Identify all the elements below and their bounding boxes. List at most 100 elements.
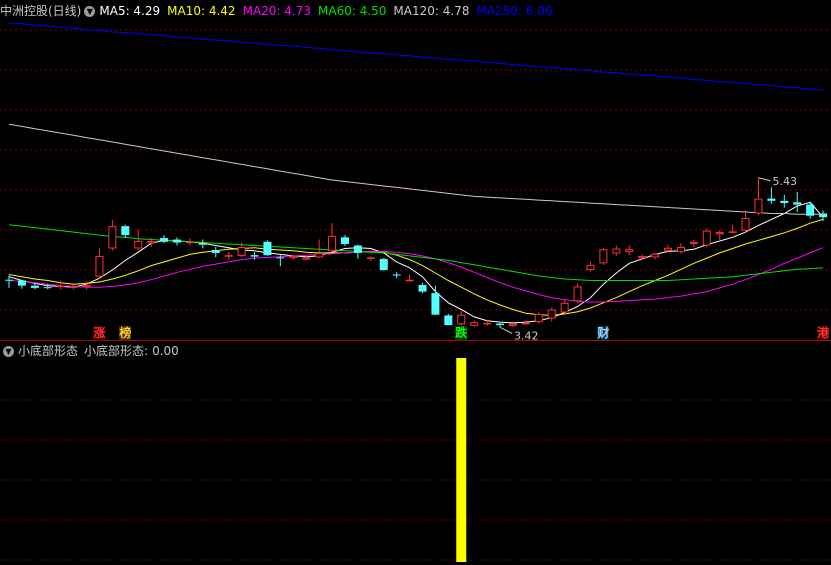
candlestick bbox=[754, 177, 763, 215]
ma-line-ma20 bbox=[8, 247, 824, 303]
candle-body bbox=[560, 302, 569, 313]
candlestick bbox=[95, 248, 104, 279]
price-annotations: 5.43 3.42 bbox=[499, 175, 797, 342]
event-tag[interactable]: 跌 bbox=[455, 326, 468, 340]
candlestick bbox=[69, 284, 78, 290]
event-tag[interactable]: 港 bbox=[817, 326, 830, 340]
indicator-label: 小底部形态: bbox=[84, 344, 149, 358]
event-tag[interactable]: 财 bbox=[597, 326, 610, 340]
candlestick bbox=[379, 258, 388, 271]
candlestick bbox=[198, 239, 207, 249]
candle-body bbox=[134, 241, 143, 249]
candle-body bbox=[534, 313, 543, 323]
candle-body bbox=[30, 285, 39, 288]
candle-body bbox=[496, 323, 505, 326]
candle-body bbox=[508, 323, 517, 326]
indicator-title: 小底部形态 bbox=[18, 344, 79, 358]
candle-body bbox=[547, 309, 556, 319]
high-price-label: 5.43 bbox=[772, 175, 797, 188]
candle-body bbox=[483, 322, 492, 325]
candle-body bbox=[664, 247, 673, 251]
candlestick bbox=[392, 272, 401, 279]
candle-body bbox=[599, 249, 608, 264]
candlestick bbox=[496, 322, 505, 328]
candle-body bbox=[728, 231, 737, 233]
candlestick bbox=[676, 243, 685, 254]
candlestick bbox=[263, 240, 272, 256]
candle-body bbox=[715, 232, 724, 235]
candle-body bbox=[405, 279, 414, 282]
candle-body bbox=[612, 248, 621, 254]
candlestick bbox=[17, 279, 26, 289]
candlestick bbox=[741, 209, 750, 233]
candle-body bbox=[43, 287, 52, 289]
candle-body bbox=[353, 245, 362, 253]
candle-body bbox=[82, 284, 91, 288]
candlestick bbox=[328, 223, 337, 253]
candle-body bbox=[198, 243, 207, 245]
candle-body bbox=[56, 285, 65, 288]
candle-body bbox=[392, 274, 401, 276]
stock-chart[interactable]: 5.43 3.42 bbox=[0, 0, 831, 565]
ma-legend: MA5: 4.29 MA10: 4.42 MA20: 4.73 MA60: 4.50 M… bbox=[99, 2, 559, 20]
ma-legend-item: MA10: 4.42 bbox=[167, 4, 236, 18]
candlestick bbox=[508, 323, 517, 328]
ma-line-ma10 bbox=[8, 218, 824, 316]
ma-legend-item: MA20: 4.73 bbox=[242, 4, 311, 18]
ma-line-ma250 bbox=[8, 22, 824, 91]
candle-body bbox=[366, 257, 375, 259]
candlestick bbox=[160, 235, 169, 244]
event-tag[interactable]: 榜 bbox=[119, 326, 132, 340]
chevron-down-icon[interactable]: ▼ bbox=[84, 5, 96, 17]
high-pointer bbox=[758, 177, 771, 182]
candlestick bbox=[185, 238, 194, 246]
candlestick bbox=[689, 239, 698, 247]
candle-body bbox=[676, 246, 685, 253]
candle-body bbox=[741, 217, 750, 231]
candle-body bbox=[108, 226, 117, 249]
low-pointer bbox=[499, 326, 513, 334]
candlestick bbox=[702, 228, 711, 247]
candlestick bbox=[534, 312, 543, 324]
candle-body bbox=[689, 241, 698, 244]
candle-body bbox=[147, 241, 156, 244]
candlestick bbox=[121, 224, 130, 239]
low-price-label: 3.42 bbox=[514, 329, 539, 342]
candlestick bbox=[638, 254, 647, 260]
candlestick bbox=[405, 274, 414, 282]
signal-bar bbox=[456, 358, 467, 562]
sub-indicator-panel[interactable] bbox=[456, 358, 467, 562]
stock-title: 中洲控股(日线) bbox=[0, 4, 82, 18]
chevron-down-icon[interactable]: ▼ bbox=[3, 345, 14, 357]
candle-body bbox=[95, 255, 104, 277]
candlestick bbox=[108, 220, 117, 251]
candlestick bbox=[573, 283, 582, 303]
candlestick bbox=[806, 203, 815, 219]
candlestick bbox=[780, 194, 789, 208]
candle-body bbox=[302, 257, 311, 260]
candle-body bbox=[586, 264, 595, 271]
candlestick bbox=[289, 255, 298, 260]
candlestick bbox=[793, 191, 802, 212]
candle-body bbox=[289, 255, 298, 259]
ma-legend-item: MA120: 4.78 bbox=[393, 4, 470, 18]
candlestick bbox=[211, 246, 220, 258]
candlestick bbox=[599, 247, 608, 265]
ma-legend-item: MA60: 4.50 bbox=[318, 4, 387, 18]
candlestick bbox=[651, 252, 660, 260]
candlestick bbox=[366, 256, 375, 262]
candle-body bbox=[418, 284, 427, 292]
event-tag[interactable]: 涨 bbox=[93, 326, 106, 340]
candle-body bbox=[573, 286, 582, 302]
candlestick bbox=[547, 307, 556, 322]
candle-body bbox=[69, 286, 78, 288]
candlestick bbox=[353, 244, 362, 259]
candle-body bbox=[444, 315, 453, 326]
candle-body bbox=[521, 322, 530, 325]
candlestick bbox=[172, 237, 181, 246]
candlestick bbox=[224, 252, 233, 260]
candlestick bbox=[418, 282, 427, 294]
candlesticks[interactable] bbox=[5, 177, 828, 328]
candle-body bbox=[470, 322, 479, 326]
moving-average-lines bbox=[8, 22, 824, 324]
